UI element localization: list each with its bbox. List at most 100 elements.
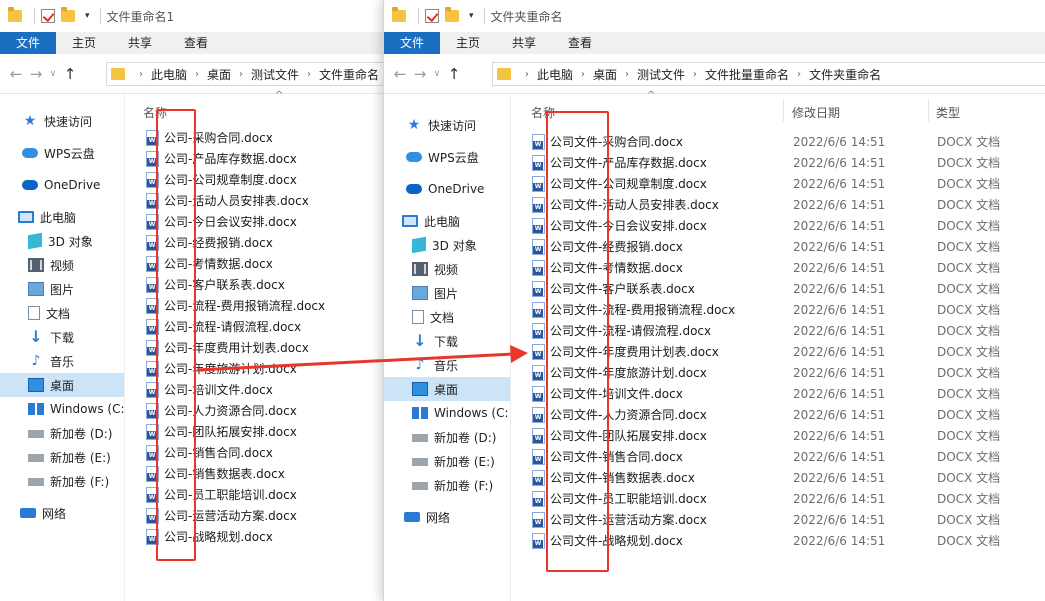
file-row[interactable]: 公司-经费报销.docx: [125, 232, 383, 253]
column-header-name[interactable]: 名称: [143, 104, 167, 121]
file-row[interactable]: 公司-年度费用计划表.docx: [125, 337, 383, 358]
breadcrumb-current-folder[interactable]: 文件重命名: [319, 66, 379, 83]
chevron-right-icon[interactable]: ›: [797, 69, 801, 80]
sidebar-item[interactable]: Windows (C:: [384, 401, 510, 425]
sidebar-item[interactable]: ★ 快速访问: [0, 109, 124, 133]
breadcrumb-this-pc[interactable]: 此电脑: [537, 66, 573, 83]
sidebar-item[interactable]: 桌面: [0, 373, 124, 397]
sidebar-item[interactable]: ↓ 下载: [384, 329, 510, 353]
sidebar-item[interactable]: 3D 对象: [384, 233, 510, 257]
file-row[interactable]: 公司文件-人力资源合同.docx 2022/6/6 14:51 DOCX 文档: [511, 404, 1045, 425]
sidebar-item[interactable]: 3D 对象: [0, 229, 124, 253]
file-row[interactable]: 公司文件-销售合同.docx 2022/6/6 14:51 DOCX 文档: [511, 446, 1045, 467]
forward-arrow-icon[interactable]: →: [410, 65, 430, 83]
sidebar-item[interactable]: 视频: [0, 253, 124, 277]
file-row[interactable]: 公司-采购合同.docx: [125, 127, 383, 148]
sidebar-item[interactable]: 视频: [384, 257, 510, 281]
tab-share[interactable]: 共享: [496, 32, 552, 54]
back-arrow-icon[interactable]: ←: [6, 65, 26, 83]
breadcrumb-batch-rename[interactable]: 文件批量重命名: [705, 66, 789, 83]
file-row[interactable]: 公司文件-运营活动方案.docx 2022/6/6 14:51 DOCX 文档: [511, 509, 1045, 530]
tab-view[interactable]: 查看: [168, 32, 224, 54]
sidebar-item[interactable]: 图片: [384, 281, 510, 305]
column-divider[interactable]: [783, 100, 784, 122]
sidebar-item[interactable]: 此电脑: [384, 209, 510, 233]
up-arrow-icon[interactable]: ↑: [444, 65, 464, 83]
sidebar-item[interactable]: 新加卷 (E:): [384, 449, 510, 473]
properties-icon[interactable]: [41, 9, 55, 23]
up-arrow-icon[interactable]: ↑: [60, 65, 80, 83]
sidebar-item[interactable]: 文档: [384, 305, 510, 329]
file-row[interactable]: 公司-考情数据.docx: [125, 253, 383, 274]
new-folder-icon[interactable]: [445, 7, 459, 22]
sidebar-item[interactable]: OneDrive: [0, 173, 124, 197]
chevron-right-icon[interactable]: ›: [239, 69, 243, 80]
file-row[interactable]: 公司文件-公司规章制度.docx 2022/6/6 14:51 DOCX 文档: [511, 173, 1045, 194]
chevron-right-icon[interactable]: ›: [525, 69, 529, 80]
sidebar-item[interactable]: 文档: [0, 301, 124, 325]
sidebar-item[interactable]: WPS云盘: [384, 145, 510, 169]
chevron-right-icon[interactable]: ›: [693, 69, 697, 80]
sidebar-item[interactable]: 网络: [384, 505, 510, 529]
tab-view[interactable]: 查看: [552, 32, 608, 54]
file-row[interactable]: 公司文件-产品库存数据.docx 2022/6/6 14:51 DOCX 文档: [511, 152, 1045, 173]
file-row[interactable]: 公司-年度旅游计划.docx: [125, 358, 383, 379]
file-row[interactable]: 公司文件-活动人员安排表.docx 2022/6/6 14:51 DOCX 文档: [511, 194, 1045, 215]
file-row[interactable]: 公司-运营活动方案.docx: [125, 505, 383, 526]
file-row[interactable]: 公司-战略规划.docx: [125, 526, 383, 547]
sidebar-item[interactable]: ♪ 音乐: [0, 349, 124, 373]
file-row[interactable]: 公司-团队拓展安排.docx: [125, 421, 383, 442]
column-header-type[interactable]: 类型: [936, 104, 960, 121]
file-row[interactable]: 公司-流程-请假流程.docx: [125, 316, 383, 337]
breadcrumb-desktop[interactable]: 桌面: [593, 66, 617, 83]
tab-file[interactable]: 文件: [384, 32, 441, 54]
quick-access-dropdown-icon[interactable]: ▾: [85, 11, 90, 21]
folder-icon[interactable]: [8, 7, 22, 22]
sidebar-item[interactable]: 新加卷 (D:): [384, 425, 510, 449]
file-row[interactable]: 公司文件-客户联系表.docx 2022/6/6 14:51 DOCX 文档: [511, 278, 1045, 299]
quick-access-dropdown-icon[interactable]: ▾: [469, 11, 474, 21]
address-bar[interactable]: › 此电脑 › 桌面 › 测试文件 › 文件重命名: [106, 62, 383, 86]
file-row[interactable]: 公司文件-战略规划.docx 2022/6/6 14:51 DOCX 文档: [511, 530, 1045, 551]
column-divider[interactable]: [928, 100, 929, 122]
sidebar-item[interactable]: 新加卷 (D:): [0, 421, 124, 445]
recent-dropdown-icon[interactable]: ∨: [46, 69, 60, 79]
file-row[interactable]: 公司文件-员工职能培训.docx 2022/6/6 14:51 DOCX 文档: [511, 488, 1045, 509]
file-row[interactable]: 公司文件-年度旅游计划.docx 2022/6/6 14:51 DOCX 文档: [511, 362, 1045, 383]
sidebar-item[interactable]: 此电脑: [0, 205, 124, 229]
file-row[interactable]: 公司-人力资源合同.docx: [125, 400, 383, 421]
sidebar-item[interactable]: ★ 快速访问: [384, 113, 510, 137]
chevron-right-icon[interactable]: ›: [195, 69, 199, 80]
file-row[interactable]: 公司文件-销售数据表.docx 2022/6/6 14:51 DOCX 文档: [511, 467, 1045, 488]
address-bar[interactable]: › 此电脑 › 桌面 › 测试文件 › 文件批量重命名 › 文件夹重命名: [492, 62, 1045, 86]
file-row[interactable]: 公司文件-考情数据.docx 2022/6/6 14:51 DOCX 文档: [511, 257, 1045, 278]
column-header-name[interactable]: 名称: [531, 104, 555, 121]
sidebar-item[interactable]: Windows (C:: [0, 397, 124, 421]
sidebar-item[interactable]: WPS云盘: [0, 141, 124, 165]
file-row[interactable]: 公司文件-年度费用计划表.docx 2022/6/6 14:51 DOCX 文档: [511, 341, 1045, 362]
sidebar-item[interactable]: 新加卷 (F:): [384, 473, 510, 497]
sidebar-item[interactable]: 图片: [0, 277, 124, 301]
chevron-right-icon[interactable]: ›: [625, 69, 629, 80]
file-row[interactable]: 公司文件-流程-请假流程.docx 2022/6/6 14:51 DOCX 文档: [511, 320, 1045, 341]
sidebar-item[interactable]: 新加卷 (F:): [0, 469, 124, 493]
sidebar-item[interactable]: ♪ 音乐: [384, 353, 510, 377]
tab-share[interactable]: 共享: [112, 32, 168, 54]
tab-home[interactable]: 主页: [56, 32, 112, 54]
folder-icon[interactable]: [392, 7, 406, 22]
breadcrumb-this-pc[interactable]: 此电脑: [151, 66, 187, 83]
file-row[interactable]: 公司-培训文件.docx: [125, 379, 383, 400]
recent-dropdown-icon[interactable]: ∨: [430, 69, 444, 79]
breadcrumb-test-files[interactable]: 测试文件: [637, 66, 685, 83]
file-row[interactable]: 公司-销售数据表.docx: [125, 463, 383, 484]
file-row[interactable]: 公司-产品库存数据.docx: [125, 148, 383, 169]
breadcrumb-current-folder[interactable]: 文件夹重命名: [809, 66, 881, 83]
sidebar-item[interactable]: 桌面: [384, 377, 510, 401]
file-row[interactable]: 公司文件-今日会议安排.docx 2022/6/6 14:51 DOCX 文档: [511, 215, 1045, 236]
file-row[interactable]: 公司-销售合同.docx: [125, 442, 383, 463]
file-row[interactable]: 公司文件-团队拓展安排.docx 2022/6/6 14:51 DOCX 文档: [511, 425, 1045, 446]
breadcrumb-desktop[interactable]: 桌面: [207, 66, 231, 83]
file-row[interactable]: 公司-公司规章制度.docx: [125, 169, 383, 190]
sidebar-item[interactable]: 网络: [0, 501, 124, 525]
file-row[interactable]: 公司文件-经费报销.docx 2022/6/6 14:51 DOCX 文档: [511, 236, 1045, 257]
